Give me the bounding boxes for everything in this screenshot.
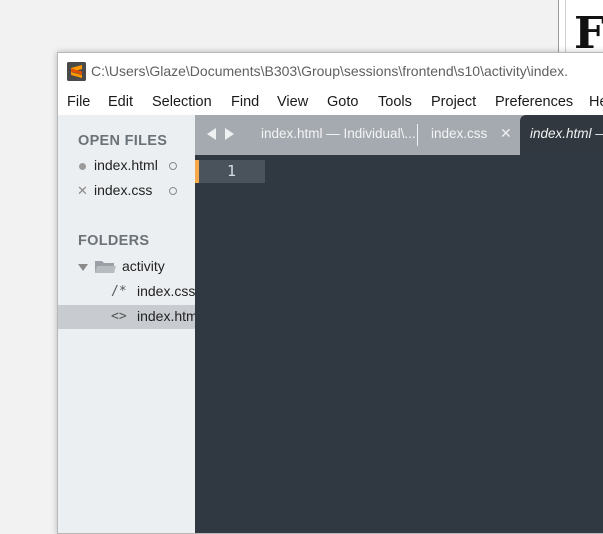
tab-label: index.html — (530, 126, 603, 141)
chevron-down-icon[interactable] (78, 264, 88, 271)
menu-goto[interactable]: Goto (327, 94, 358, 110)
close-icon[interactable]: ✕ (77, 183, 88, 199)
open-file-item[interactable]: index.html (58, 154, 195, 178)
folders-heading: FOLDERS (78, 233, 150, 249)
folder-file-item[interactable]: /* index.css (58, 280, 195, 304)
line-number: 1 (227, 162, 237, 180)
folder-file-label: index.html (137, 308, 195, 324)
menu-help[interactable]: He (589, 94, 603, 110)
menu-view[interactable]: View (277, 94, 308, 110)
html-file-icon: <> (111, 309, 127, 324)
tab-scroll-left-icon[interactable] (207, 128, 216, 140)
menu-find[interactable]: Find (231, 94, 259, 110)
folder-file-label: index.css (137, 283, 195, 299)
tab-index-html-active[interactable]: index.html — (520, 115, 603, 155)
menu-tools[interactable]: Tools (378, 94, 412, 110)
unsaved-dot-icon[interactable] (79, 163, 86, 170)
open-file-item[interactable]: ✕ index.css (58, 179, 195, 203)
open-file-label: index.html (94, 157, 158, 173)
menu-project[interactable]: Project (431, 94, 476, 110)
tab-index-html-individual[interactable]: index.html — Individual\... (245, 115, 417, 155)
tab-index-css[interactable]: index.css ✕ (418, 115, 520, 155)
tab-label: index.css (431, 126, 488, 141)
open-files-heading: OPEN FILES (78, 133, 168, 149)
folder-item-activity[interactable]: activity (58, 255, 195, 279)
menu-selection[interactable]: Selection (152, 94, 212, 110)
menu-preferences[interactable]: Preferences (495, 94, 573, 110)
tab-scroll-right-icon[interactable] (225, 128, 234, 140)
folder-open-icon (95, 261, 116, 273)
tab-close-icon[interactable]: ✕ (500, 125, 512, 142)
code-editor[interactable]: 1 (195, 155, 603, 533)
css-file-icon: /* (111, 284, 127, 299)
sublime-text-icon (67, 62, 86, 81)
open-file-label: index.css (94, 182, 153, 198)
menu-edit[interactable]: Edit (108, 94, 133, 110)
tab-label: index.html — Individual\... (261, 126, 416, 141)
menu-file[interactable]: File (67, 94, 90, 110)
title-bar[interactable]: C:\Users\Glaze\Documents\B303\Group\sess… (58, 53, 603, 90)
tab-bar: index.html — Individual\... index.css ✕ … (195, 115, 603, 155)
menu-bar: File Edit Selection Find View Goto Tools… (58, 91, 603, 115)
folder-file-item[interactable]: <> index.html (58, 305, 195, 329)
window-title: C:\Users\Glaze\Documents\B303\Group\sess… (91, 63, 568, 79)
sublime-window: C:\Users\Glaze\Documents\B303\Group\sess… (57, 52, 603, 534)
circle-icon (169, 162, 177, 170)
current-line-marker (195, 160, 199, 183)
sidebar: OPEN FILES index.html ✕ index.css FOLDER… (58, 115, 195, 533)
circle-icon (169, 187, 177, 195)
folder-label: activity (122, 258, 165, 274)
